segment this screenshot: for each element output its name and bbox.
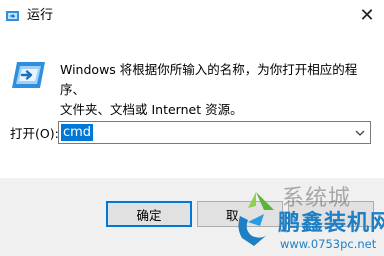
watermark-top-text: 系统城 <box>282 186 352 211</box>
watermark: 系统城 鹏鑫装机网 www.0753pc.net <box>234 186 384 256</box>
open-combobox[interactable]: cmd <box>58 121 371 144</box>
chevron-down-icon[interactable] <box>352 124 368 141</box>
watermark-brand: 鹏鑫装机网 <box>278 211 384 236</box>
open-label: 打开(O): <box>10 126 59 141</box>
open-input[interactable]: cmd <box>61 124 94 141</box>
description-line-1: Windows 将根据你所输入的名称，为你打开相应的程序、 <box>60 62 358 97</box>
watermark-url: www.0753pc.net <box>280 237 377 251</box>
description-text: Windows 将根据你所输入的名称，为你打开相应的程序、 文件夹、文档或 In… <box>60 60 378 120</box>
description-line-2: 文件夹、文档或 Internet 资源。 <box>60 102 243 117</box>
close-icon[interactable]: ✕ <box>354 2 380 28</box>
run-icon <box>12 62 45 88</box>
watermark-logo-icon <box>238 192 274 246</box>
title-bar[interactable]: 运行 ✕ <box>0 0 384 36</box>
run-app-icon <box>6 11 19 21</box>
ok-button[interactable]: 确定 <box>106 201 192 227</box>
run-dialog: 运行 ✕ Windows 将根据你所输入的名称，为你打开相应的程序、 文件夹、文… <box>0 0 384 256</box>
window-title: 运行 <box>27 8 54 23</box>
